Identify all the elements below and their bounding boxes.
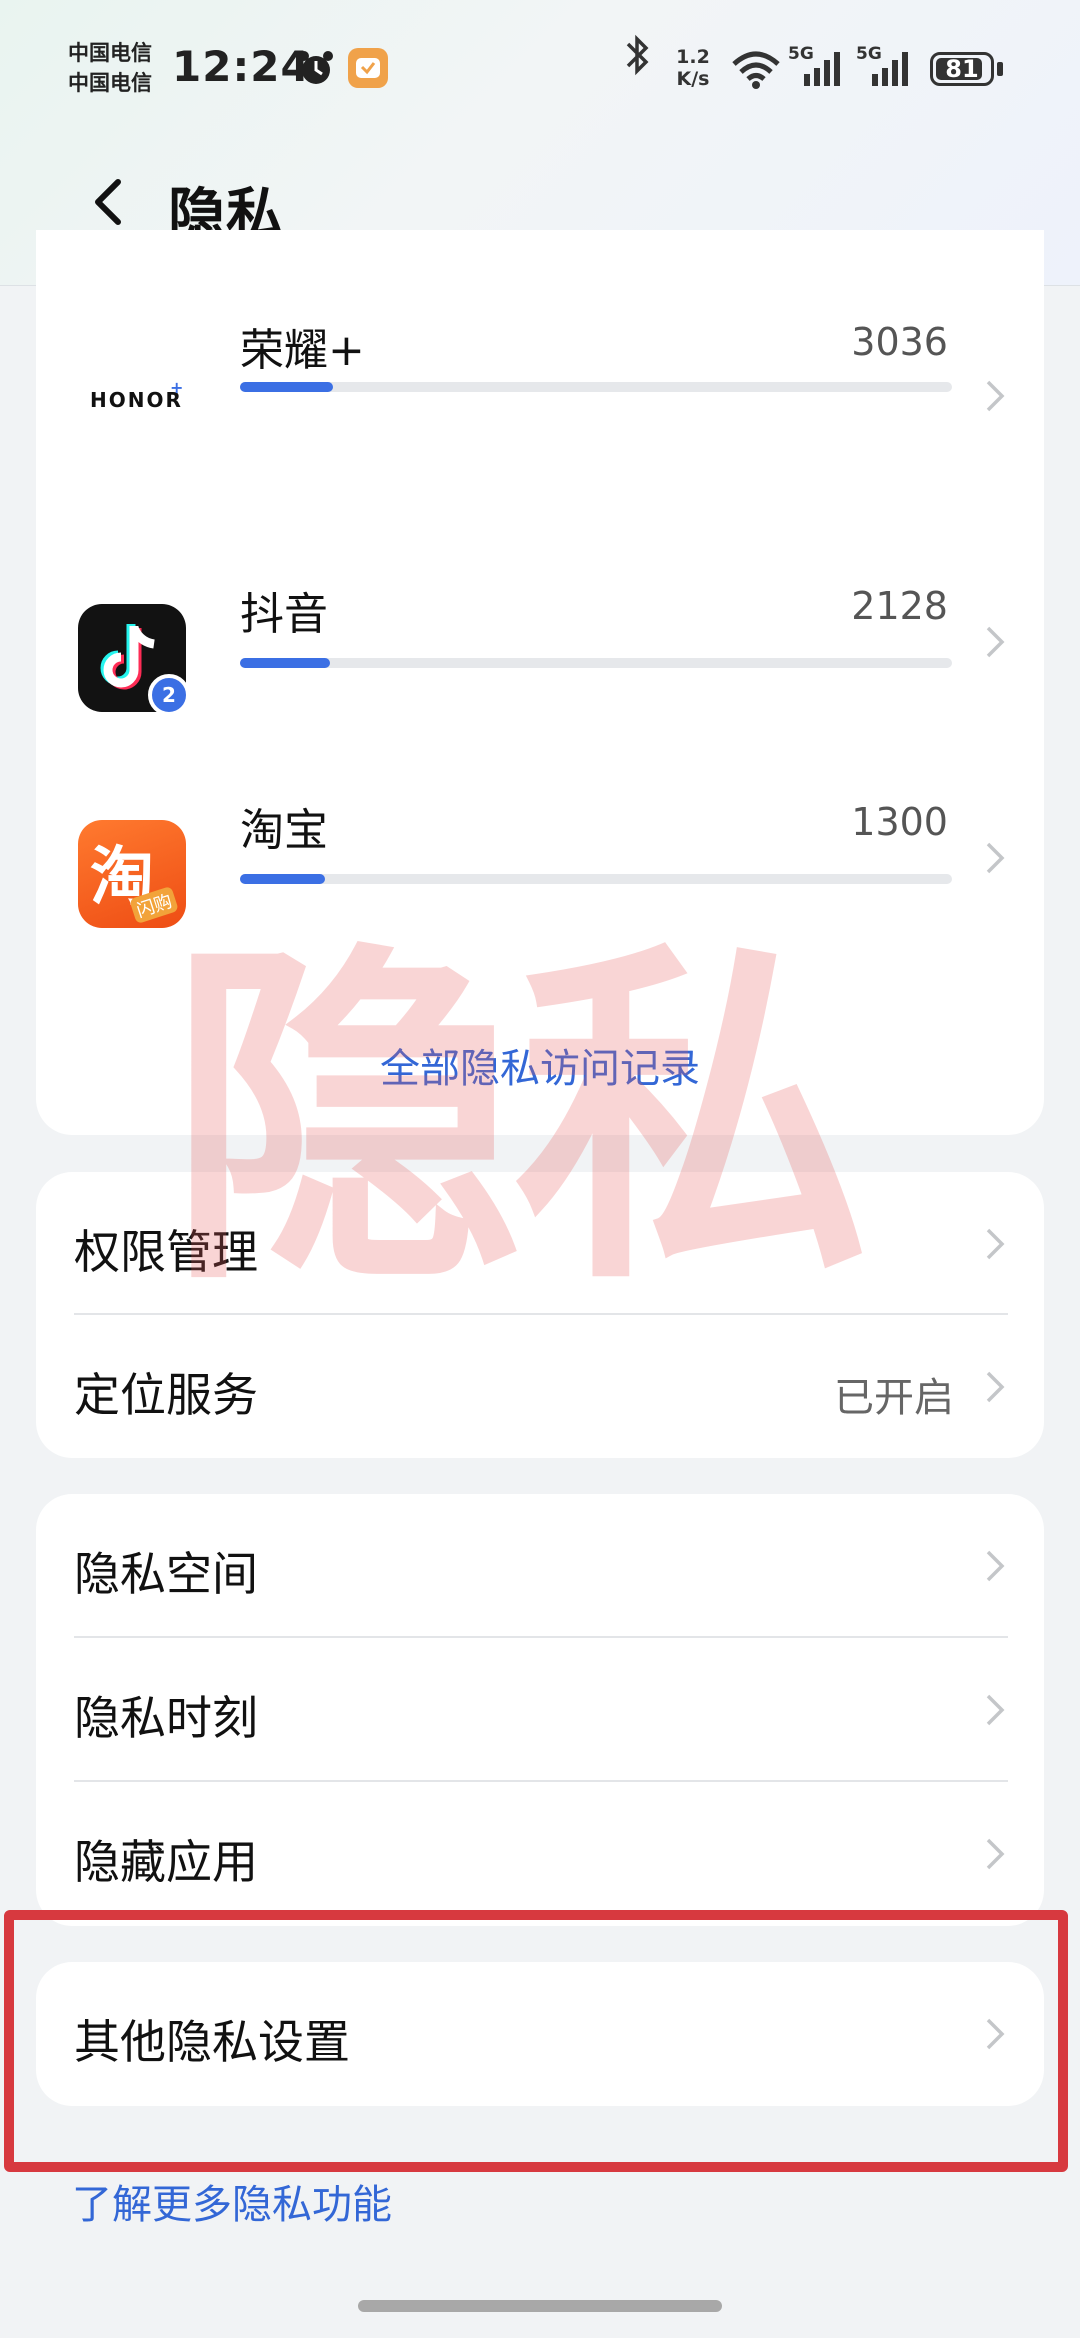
carrier-2: 中国电信 [68,71,152,95]
chevron-right-icon [986,380,1005,412]
list-item-hidden-apps[interactable]: 隐藏应用 [36,1782,1044,1926]
learn-more-link[interactable]: 了解更多隐私功能 [72,2172,392,2230]
chevron-right-icon [986,1694,1005,1726]
privacy-space-card: 隐私空间 隐私时刻 隐藏应用 [36,1494,1044,1926]
app-record-row[interactable]: 2 抖音 2128 [36,584,1044,804]
network-speed: 1.2 K/s [676,46,710,90]
battery-level: 81 [945,55,979,83]
battery-icon: 81 [930,52,994,86]
list-item-privacy-moment[interactable]: 隐私时刻 [36,1638,1044,1782]
status-value: 已开启 [834,1375,954,1421]
access-count: 3036 [851,320,948,364]
access-count: 2128 [851,584,948,628]
battery-tip [997,62,1003,76]
app-name: 荣耀+ [240,325,365,376]
app-name: 抖音 [240,589,328,640]
wifi-icon [732,51,780,89]
chevron-right-icon [986,842,1005,874]
watermark-text: 隐私 [168,913,870,1327]
chevron-right-icon [986,1838,1005,1870]
usage-bar-track [240,382,952,392]
honor-logo-icon: HONOR + [78,340,186,448]
carrier-1: 中国电信 [68,41,152,65]
chevron-right-icon [986,1550,1005,1582]
carrier-info: 中国电信 中国电信 [68,38,152,98]
usage-bar-fill [240,874,326,884]
status-bar: 中国电信 中国电信 12:24 1.2 K/s 5G 5G 81 [0,30,1080,110]
access-count: 1300 [851,800,948,844]
home-indicator[interactable] [358,2300,722,2312]
bluetooth-icon [626,34,649,76]
list-item-label: 隐藏应用 [74,1835,258,1889]
chevron-right-icon [986,626,1005,658]
list-item-label: 隐私空间 [74,1547,258,1601]
chevron-right-icon [986,1371,1005,1403]
clone-badge: 2 [148,674,190,716]
app-record-row[interactable]: HONOR + 荣耀+ 3036 [36,320,1044,540]
list-item-label: 隐私时刻 [74,1691,258,1745]
signal-icon [804,52,840,86]
list-item-privacy-space[interactable]: 隐私空间 [36,1494,1044,1638]
signal-icon [872,52,908,86]
usage-bar-fill [240,382,333,392]
highlight-box [4,1910,1068,2172]
list-item-location-service[interactable]: 定位服务 已开启 [36,1315,1044,1459]
usage-bar-fill [240,658,331,668]
app-name: 淘宝 [240,805,328,856]
chevron-right-icon [986,1228,1005,1260]
usage-bar-track [240,658,952,668]
alarm-icon [299,51,333,84]
douyin-icon: 2 [78,604,190,716]
usage-bar-track [240,874,952,884]
taobao-icon: 淘 闪购 [78,820,186,928]
list-item-label: 定位服务 [74,1368,258,1422]
chevron-left-icon[interactable] [80,172,140,232]
app-notification-icon [348,48,388,88]
clock: 12:24 [172,42,311,91]
